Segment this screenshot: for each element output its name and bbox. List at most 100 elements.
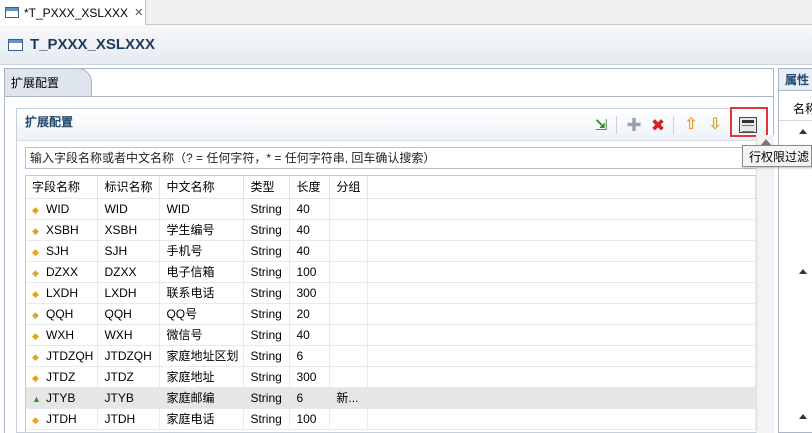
cell-length[interactable]: 40 xyxy=(289,324,331,346)
cell-ident-name[interactable]: XSBH xyxy=(97,219,161,241)
cell-ident-name[interactable]: LXDH xyxy=(97,282,161,304)
col-header-type[interactable]: 类型 xyxy=(243,176,291,199)
col-header-field-name[interactable]: 字段名称 xyxy=(26,176,99,199)
cell-type[interactable]: String xyxy=(243,198,291,220)
cell-chinese-name[interactable]: 学生编号 xyxy=(159,219,245,241)
cell-type[interactable]: String xyxy=(243,366,291,388)
cell-chinese-name[interactable]: QQ号 xyxy=(159,303,245,325)
table-row[interactable]: ◆ QQH QQH QQ号 String 20 xyxy=(26,303,756,325)
table-row[interactable]: ◆ XSBH XSBH 学生编号 String 40 xyxy=(26,219,756,241)
cell-length[interactable]: 40 xyxy=(289,198,331,220)
table-row[interactable]: ◆ WID WID WID String 40 xyxy=(26,198,756,220)
cell-type[interactable]: String xyxy=(243,282,291,304)
cell-group[interactable] xyxy=(329,261,369,283)
cell-type-text: String xyxy=(250,306,282,321)
cell-length[interactable]: 300 xyxy=(289,366,331,388)
cell-field-name[interactable]: ◆ WXH xyxy=(26,324,99,346)
col-header-group[interactable]: 分组 xyxy=(329,176,369,199)
table-row[interactable]: ◆ SJH SJH 手机号 String 40 xyxy=(26,240,756,262)
cell-type[interactable]: String xyxy=(243,387,291,409)
cell-chinese-name[interactable]: WID xyxy=(159,198,245,220)
col-header-length[interactable]: 长度 xyxy=(289,176,331,199)
add-icon[interactable]: ✚ xyxy=(623,114,645,136)
cell-group[interactable] xyxy=(329,282,369,304)
cell-ident-name[interactable]: JTYB xyxy=(97,387,161,409)
cell-group[interactable] xyxy=(329,408,369,430)
cell-chinese-name[interactable]: 联系电话 xyxy=(159,282,245,304)
col-header-ident-name[interactable]: 标识名称 xyxy=(97,176,161,199)
cell-type[interactable]: String xyxy=(243,303,291,325)
cell-chinese-name[interactable]: 手机号 xyxy=(159,240,245,262)
cell-ident-name[interactable]: WXH xyxy=(97,324,161,346)
table-row[interactable]: ◆ WXH WXH 微信号 String 40 xyxy=(26,324,756,346)
cell-length[interactable]: 40 xyxy=(289,219,331,241)
cell-field-name[interactable]: ◆ JTDZ xyxy=(26,366,99,388)
cell-field-name[interactable]: ◆ JTDZQH xyxy=(26,345,99,367)
cell-type[interactable]: String xyxy=(243,240,291,262)
cell-length[interactable]: 100 xyxy=(289,261,331,283)
table-row[interactable]: ◆ LXDH LXDH 联系电话 String 300 xyxy=(26,282,756,304)
close-icon[interactable]: ✕ xyxy=(134,6,143,19)
cell-length[interactable]: 40 xyxy=(289,240,331,262)
search-input[interactable] xyxy=(25,147,765,169)
cell-field-name[interactable]: ◆ JTDH xyxy=(26,408,99,430)
delete-icon[interactable]: ✖ xyxy=(647,114,669,136)
cell-ident-name[interactable]: JTDH xyxy=(97,408,161,430)
editor-tab[interactable]: *T_PXXX_XSLXXX ✕ xyxy=(0,0,146,25)
cell-chinese-name[interactable]: 家庭地址区划 xyxy=(159,345,245,367)
cell-ident-name[interactable]: JTDZQH xyxy=(97,345,161,367)
cell-group[interactable] xyxy=(329,366,369,388)
move-down-icon[interactable]: ⇩ xyxy=(704,114,726,136)
cell-chinese-name[interactable]: 家庭邮编 xyxy=(159,387,245,409)
cell-field-name[interactable]: ◆ WID xyxy=(26,198,99,220)
cell-group[interactable]: 新... xyxy=(329,387,369,409)
cell-field-name[interactable]: ◆ XSBH xyxy=(26,219,99,241)
cell-group[interactable] xyxy=(329,324,369,346)
cell-group[interactable] xyxy=(329,345,369,367)
cell-field-name[interactable]: ◆ QQH xyxy=(26,303,99,325)
properties-title[interactable]: 属性 xyxy=(779,69,812,91)
table-row[interactable]: ▲ JTYB JTYB 家庭邮编 String 6 新... xyxy=(26,387,756,409)
cell-length[interactable]: 6 xyxy=(289,345,331,367)
cell-field-name[interactable]: ◆ DZXX xyxy=(26,261,99,283)
cell-group[interactable] xyxy=(329,219,369,241)
diamond-icon: ◆ xyxy=(32,309,39,320)
vertical-scrollbar[interactable] xyxy=(756,135,774,433)
cell-length[interactable]: 20 xyxy=(289,303,331,325)
cell-length-text: 300 xyxy=(296,369,317,384)
cell-chinese-name[interactable]: 家庭电话 xyxy=(159,408,245,430)
cell-field-name[interactable]: ◆ SJH xyxy=(26,240,99,262)
cell-group[interactable] xyxy=(329,240,369,262)
cell-ident-name[interactable]: QQH xyxy=(97,303,161,325)
cell-type[interactable]: String xyxy=(243,408,291,430)
cell-group[interactable] xyxy=(329,303,369,325)
cell-length[interactable]: 6 xyxy=(289,387,331,409)
cell-ident-name[interactable]: SJH xyxy=(97,240,161,262)
cell-type[interactable]: String xyxy=(243,261,291,283)
expand-triangle-icon[interactable] xyxy=(799,414,807,419)
move-up-icon[interactable]: ⇧ xyxy=(680,114,702,136)
expand-triangle-icon[interactable] xyxy=(799,129,807,134)
cell-chinese-name[interactable]: 电子信箱 xyxy=(159,261,245,283)
table-row[interactable]: ◆ JTDZ JTDZ 家庭地址 String 300 xyxy=(26,366,756,388)
cell-type[interactable]: String xyxy=(243,219,291,241)
export-icon[interactable]: ⇲ xyxy=(590,114,612,136)
cell-field-name[interactable]: ◆ LXDH xyxy=(26,282,99,304)
cell-length[interactable]: 100 xyxy=(289,408,331,430)
cell-chinese-name[interactable]: 家庭地址 xyxy=(159,366,245,388)
cell-ident-name[interactable]: WID xyxy=(97,198,161,220)
table-row[interactable]: ◆ JTDZQH JTDZQH 家庭地址区划 String 6 xyxy=(26,345,756,367)
cell-ident-name[interactable]: JTDZ xyxy=(97,366,161,388)
expand-triangle-icon[interactable] xyxy=(799,269,807,274)
cell-field-name[interactable]: ▲ JTYB xyxy=(26,387,99,409)
col-header-chinese-name[interactable]: 中文名称 xyxy=(159,176,245,199)
tab-extension-config[interactable]: 扩展配置 xyxy=(4,68,92,96)
cell-type[interactable]: String xyxy=(243,345,291,367)
cell-chinese-name[interactable]: 微信号 xyxy=(159,324,245,346)
cell-length[interactable]: 300 xyxy=(289,282,331,304)
cell-group[interactable] xyxy=(329,198,369,220)
table-row[interactable]: ◆ DZXX DZXX 电子信箱 String 100 xyxy=(26,261,756,283)
cell-type[interactable]: String xyxy=(243,324,291,346)
table-row[interactable]: ◆ JTDH JTDH 家庭电话 String 100 xyxy=(26,408,756,430)
cell-ident-name[interactable]: DZXX xyxy=(97,261,161,283)
